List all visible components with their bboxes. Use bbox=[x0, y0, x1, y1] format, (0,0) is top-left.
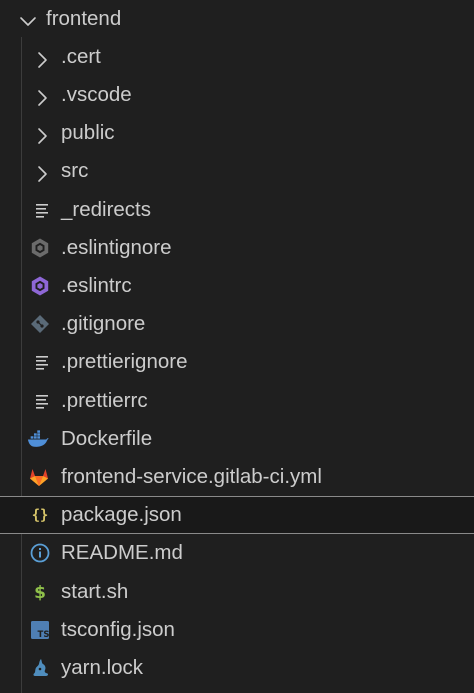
tree-folder-vscode[interactable]: .vscode bbox=[0, 76, 474, 114]
tree-folder-label: frontend bbox=[46, 7, 122, 30]
docker-icon bbox=[27, 428, 49, 450]
tree-file-dockerfile[interactable]: Dockerfile bbox=[0, 420, 474, 458]
json-braces-icon: {} bbox=[29, 504, 51, 526]
chevron-right-icon bbox=[31, 160, 53, 182]
tree-file-package-json[interactable]: {} package.json bbox=[0, 496, 474, 534]
svg-text:TS: TS bbox=[38, 630, 50, 640]
tree-folder-frontend[interactable]: frontend bbox=[0, 0, 474, 38]
eslint-icon bbox=[29, 275, 51, 297]
tree-file-redirects[interactable]: _redirects bbox=[0, 191, 474, 229]
tree-item-label: .cert bbox=[61, 45, 101, 68]
tree-file-yarn-lock[interactable]: yarn.lock bbox=[0, 649, 474, 687]
git-icon bbox=[29, 313, 51, 335]
tree-item-label: .prettierrc bbox=[61, 389, 148, 412]
eslint-gray-icon bbox=[29, 237, 51, 259]
tree-file-readme[interactable]: README.md bbox=[0, 534, 474, 572]
tree-item-label: .eslintignore bbox=[61, 236, 172, 259]
tree-item-label: .eslintrc bbox=[61, 274, 132, 297]
gitlab-icon bbox=[28, 466, 50, 488]
svg-text:{}: {} bbox=[32, 508, 49, 524]
tree-folder-public[interactable]: public bbox=[0, 114, 474, 152]
tree-file-gitlab-ci[interactable]: frontend-service.gitlab-ci.yml bbox=[0, 458, 474, 496]
tree-item-label: frontend-service.gitlab-ci.yml bbox=[61, 465, 322, 488]
tree-item-label: start.sh bbox=[61, 580, 129, 603]
tree-item-label: Dockerfile bbox=[61, 427, 153, 450]
tree-item-label: README.md bbox=[61, 541, 183, 564]
tree-item-label: package.json bbox=[61, 503, 182, 526]
chevron-down-icon bbox=[17, 8, 39, 30]
typescript-icon: TS bbox=[29, 619, 51, 641]
text-lines-icon bbox=[31, 351, 53, 373]
text-lines-icon bbox=[31, 390, 53, 412]
tree-file-start-sh[interactable]: $ start.sh bbox=[0, 573, 474, 611]
tree-item-label: _redirects bbox=[61, 198, 152, 221]
tree-file-prettierrc[interactable]: .prettierrc bbox=[0, 382, 474, 420]
tree-file-gitignore[interactable]: .gitignore bbox=[0, 305, 474, 343]
tree-item-label: yarn.lock bbox=[61, 656, 144, 679]
text-lines-icon bbox=[31, 199, 53, 221]
file-explorer-tree: frontend .cert .vscode public src _redir… bbox=[0, 0, 474, 693]
chevron-right-icon bbox=[31, 46, 53, 68]
tree-item-label: .gitignore bbox=[61, 312, 146, 335]
tree-file-eslintrc[interactable]: .eslintrc bbox=[0, 267, 474, 305]
tree-item-label: src bbox=[61, 159, 89, 182]
svg-text:$: $ bbox=[34, 583, 46, 603]
tree-item-label: .prettierignore bbox=[61, 350, 188, 373]
tree-file-prettierignore[interactable]: .prettierignore bbox=[0, 343, 474, 381]
info-icon bbox=[29, 542, 51, 564]
tree-item-label: public bbox=[61, 121, 115, 144]
tree-item-label: tsconfig.json bbox=[61, 618, 175, 641]
shell-dollar-icon: $ bbox=[29, 581, 51, 603]
tree-item-label: .vscode bbox=[61, 83, 132, 106]
tree-folder-cert[interactable]: .cert bbox=[0, 38, 474, 76]
tree-file-eslintignore[interactable]: .eslintignore bbox=[0, 229, 474, 267]
yarn-icon bbox=[29, 657, 51, 679]
tree-folder-src[interactable]: src bbox=[0, 152, 474, 190]
chevron-right-icon bbox=[31, 122, 53, 144]
tree-file-tsconfig[interactable]: TS tsconfig.json bbox=[0, 611, 474, 649]
chevron-right-icon bbox=[31, 84, 53, 106]
